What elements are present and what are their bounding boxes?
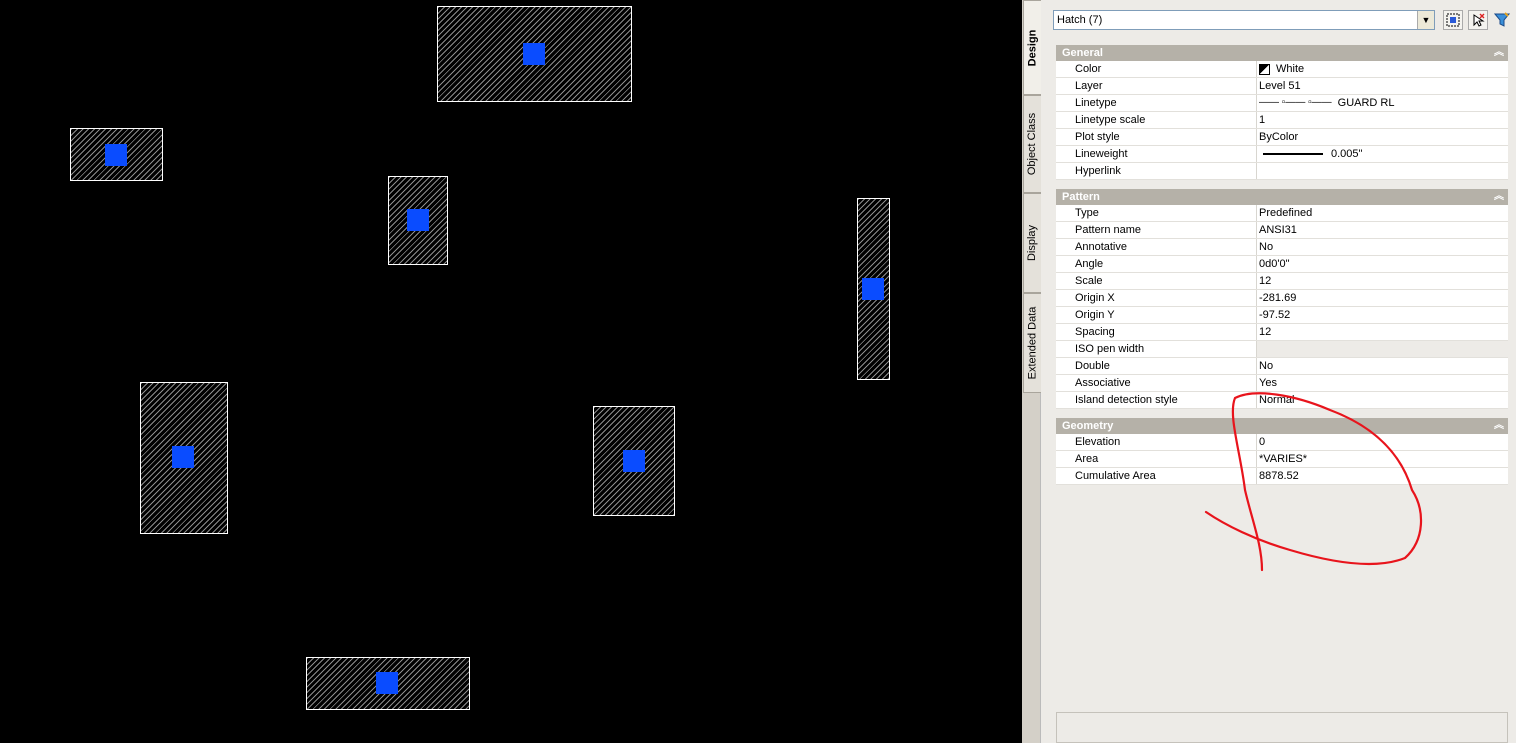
tab-design[interactable]: Design bbox=[1023, 0, 1041, 95]
linetype-preview-icon: —— ▫—— ▫—— bbox=[1259, 97, 1332, 108]
property-row[interactable]: Color White bbox=[1056, 61, 1508, 78]
filter-icon[interactable] bbox=[1492, 10, 1512, 30]
tab-object-class[interactable]: Object Class bbox=[1023, 95, 1041, 193]
chevron-down-icon[interactable]: ▼ bbox=[1417, 11, 1434, 29]
section-geometry: Geometry ︽ Elevation 0 Area *VARIES* Cumula… bbox=[1056, 418, 1508, 485]
object-type-select[interactable]: Hatch (7) ▼ bbox=[1053, 10, 1435, 30]
grip-handle[interactable] bbox=[407, 209, 429, 231]
quick-select-icon[interactable] bbox=[1443, 10, 1463, 30]
property-row[interactable]: Associative Yes bbox=[1056, 375, 1508, 392]
description-box bbox=[1056, 712, 1508, 743]
drawing-canvas[interactable] bbox=[0, 0, 1022, 743]
section-general: General ︽ Color White Layer Level 51 Linety… bbox=[1056, 45, 1508, 180]
select-objects-icon[interactable] bbox=[1468, 10, 1488, 30]
lineweight-preview-icon bbox=[1263, 153, 1323, 155]
collapse-icon[interactable]: ︽ bbox=[1494, 45, 1504, 61]
property-row[interactable]: Pattern name ANSI31 bbox=[1056, 222, 1508, 239]
property-row[interactable]: Island detection style Normal bbox=[1056, 392, 1508, 409]
property-row[interactable]: ISO pen width bbox=[1056, 341, 1508, 358]
property-row[interactable]: Plot style ByColor bbox=[1056, 129, 1508, 146]
section-pattern-header[interactable]: Pattern ︽ bbox=[1056, 189, 1508, 205]
collapse-icon[interactable]: ︽ bbox=[1494, 189, 1504, 205]
grip-handle[interactable] bbox=[105, 144, 127, 166]
color-swatch-icon bbox=[1259, 63, 1270, 75]
object-type-value: Hatch (7) bbox=[1057, 14, 1103, 26]
property-row[interactable]: Scale 12 bbox=[1056, 273, 1508, 290]
property-row[interactable]: Origin X -281.69 bbox=[1056, 290, 1508, 307]
property-row[interactable]: Hyperlink bbox=[1056, 163, 1508, 180]
property-row[interactable]: Area *VARIES* bbox=[1056, 451, 1508, 468]
properties-tab-strip: Design Object Class Display Extended Dat… bbox=[1022, 0, 1041, 743]
property-row[interactable]: Annotative No bbox=[1056, 239, 1508, 256]
section-general-header[interactable]: General ︽ bbox=[1056, 45, 1508, 61]
grip-handle[interactable] bbox=[862, 278, 884, 300]
property-row[interactable]: Lineweight 0.005" bbox=[1056, 146, 1508, 163]
grip-handle[interactable] bbox=[172, 446, 194, 468]
property-row[interactable]: Layer Level 51 bbox=[1056, 78, 1508, 95]
collapse-icon[interactable]: ︽ bbox=[1494, 418, 1504, 434]
property-row[interactable]: Elevation 0 bbox=[1056, 434, 1508, 451]
section-pattern: Pattern ︽ Type Predefined Pattern name ANSI… bbox=[1056, 189, 1508, 409]
grip-handle[interactable] bbox=[523, 43, 545, 65]
grip-handle[interactable] bbox=[376, 672, 398, 694]
property-row[interactable]: Linetype —— ▫—— ▫—— GUARD RL bbox=[1056, 95, 1508, 112]
tab-extended-data[interactable]: Extended Data bbox=[1023, 293, 1041, 393]
property-row[interactable]: Double No bbox=[1056, 358, 1508, 375]
property-row[interactable]: Spacing 12 bbox=[1056, 324, 1508, 341]
property-row[interactable]: Angle 0d0'0" bbox=[1056, 256, 1508, 273]
property-row[interactable]: Cumulative Area 8878.52 bbox=[1056, 468, 1508, 485]
grip-handle[interactable] bbox=[623, 450, 645, 472]
properties-panel: Hatch (7) ▼ General ︽ Color White Layer Lev… bbox=[1041, 0, 1516, 743]
section-geometry-header[interactable]: Geometry ︽ bbox=[1056, 418, 1508, 434]
property-row[interactable]: Linetype scale 1 bbox=[1056, 112, 1508, 129]
property-row[interactable]: Type Predefined bbox=[1056, 205, 1508, 222]
tab-display[interactable]: Display bbox=[1023, 193, 1041, 293]
property-row[interactable]: Origin Y -97.52 bbox=[1056, 307, 1508, 324]
